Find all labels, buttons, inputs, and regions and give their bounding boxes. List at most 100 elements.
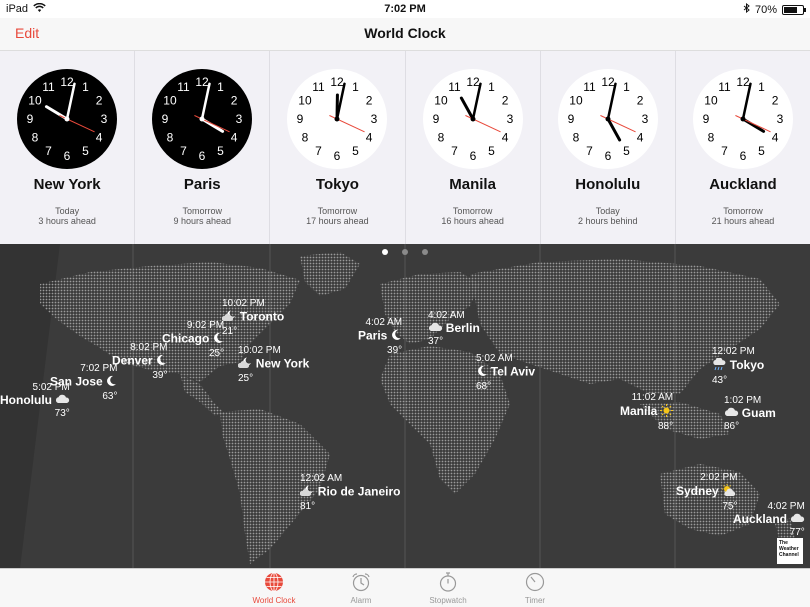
map-city-guam[interactable]: 1:02 PM Guam 86° — [724, 395, 776, 433]
clock-tokyo[interactable]: 1 2 3 4 5 6 7 8 9 10 11 12 Tokyo Tomorrow 17 hours ahe… — [270, 51, 406, 244]
moon-cloud-icon — [221, 310, 237, 326]
clock-offset-label: 3 hours ahead — [38, 216, 96, 226]
clock-numeral: 1 — [488, 80, 495, 94]
clock-numeral: 2 — [636, 94, 643, 108]
clock-numeral: 8 — [302, 131, 309, 145]
clock-numeral: 5 — [217, 144, 224, 158]
clock-new-york[interactable]: 1 2 3 4 5 6 7 8 9 10 11 12 New York Today 3 hours ahea… — [0, 51, 136, 244]
map-city-tokyo[interactable]: 12:02 PM Tokyo 43° — [712, 346, 764, 387]
map-city-auckland[interactable]: 4:02 PM Auckland 77° — [733, 501, 805, 539]
clock-day-label: Tomorrow — [723, 206, 763, 216]
clock-numeral: 5 — [488, 144, 495, 158]
clock-offset-label: 16 hours ahead — [441, 216, 504, 226]
clock-numeral: 11 — [313, 80, 326, 94]
clock-numeral: 2 — [501, 94, 508, 108]
clock-numeral: 2 — [772, 94, 779, 108]
clock-city-name: Honolulu — [575, 176, 641, 193]
analog-clock-face: 1234567891011 12 — [692, 69, 793, 169]
map-city-sydney[interactable]: 2:02 PM Sydney 75° — [676, 472, 737, 513]
map-city-paris[interactable]: 4:02 AM Paris 39° — [358, 317, 402, 357]
map-city-honolulu[interactable]: 5:02 PM Honolulu 73° — [0, 382, 70, 420]
page-dot[interactable] — [422, 249, 428, 255]
clock-paris[interactable]: 1 2 3 4 5 6 7 8 9 10 11 12 Paris Tomorrow 9 hours ahea… — [135, 51, 271, 244]
cloud-icon — [428, 322, 443, 336]
clock-numeral: 6 — [64, 149, 71, 163]
analog-clock-face: 1234567891011 12 — [152, 69, 253, 169]
map-city-time: 7:02 PM — [80, 363, 118, 374]
clock-numeral: 8 — [167, 131, 174, 145]
clock-numeral: 11 — [178, 80, 191, 94]
clock-numeral: 7 — [180, 144, 187, 158]
page-dot[interactable] — [402, 249, 408, 255]
clock-numeral: 12 — [736, 75, 750, 89]
clock-numeral: 3 — [236, 112, 243, 126]
map-city-rio-de-janeiro[interactable]: 12:02 AM Rio de Janeiro 81° — [299, 473, 400, 513]
page-dot[interactable] — [382, 249, 388, 255]
world-map[interactable]: 10:02 PM Toronto 21° 9:02 PM Chicago 25° 8:0… — [0, 244, 810, 568]
clock-city-name: Tokyo — [315, 176, 359, 193]
clock-numeral: 6 — [334, 149, 341, 163]
tab-world-clock[interactable]: World Clock — [239, 572, 309, 605]
clock-day-label: Tomorrow — [317, 206, 358, 216]
cloud-icon — [790, 513, 805, 527]
map-city-temperature: 73° — [54, 408, 70, 420]
clock-numeral: 2 — [366, 94, 373, 108]
map-city-denver[interactable]: 8:02 PM Denver 39° — [112, 342, 167, 382]
clocks-row: 1 2 3 4 5 6 7 8 9 10 11 12 New York Today 3 hours ahea… — [0, 50, 810, 244]
clock-numeral: 4 — [96, 131, 103, 145]
clock-auckland[interactable]: 1 2 3 4 5 6 7 8 9 10 11 12 Auckland Tomorrow 21 hours … — [676, 51, 810, 244]
clock-day-label: Tomorrow — [182, 206, 223, 216]
clock-numeral: 1 — [758, 80, 765, 94]
tab-stopwatch[interactable]: Stopwatch — [413, 572, 483, 605]
clock-numeral: 12 — [331, 75, 345, 89]
map-city-manila[interactable]: 11:02 AM Manila 88° — [620, 392, 674, 433]
clock-numeral: 3 — [506, 112, 513, 126]
clock-numeral: 1 — [623, 80, 630, 94]
bluetooth-icon — [743, 2, 750, 16]
clock-numeral: 3 — [641, 112, 648, 126]
page-indicator[interactable] — [0, 249, 810, 255]
clock-numeral: 11 — [448, 80, 461, 94]
weather-channel-logo[interactable]: The Weather Channel — [777, 538, 803, 564]
clock-manila[interactable]: 1 2 3 4 5 6 7 8 9 10 11 12 Manila Tomorrow 16 hours ah… — [406, 51, 541, 244]
clock-numeral: 9 — [162, 112, 169, 126]
status-bar: iPad 7:02 PM 70% — [0, 0, 810, 18]
map-city-name: Guam — [741, 406, 776, 420]
clock-center-pin — [470, 116, 476, 122]
analog-clock-face: 1234567891011 12 — [557, 69, 658, 169]
map-city-temperature: 39° — [152, 370, 168, 381]
globe-icon — [239, 572, 309, 594]
clock-numeral: 8 — [437, 131, 444, 145]
map-city-toronto[interactable]: 10:02 PM Toronto 21° — [221, 298, 284, 338]
clock-offset-label: 17 hours ahead — [306, 216, 369, 226]
tab-timer[interactable]: Timer — [500, 572, 570, 605]
map-city-time: 10:02 PM — [238, 345, 281, 356]
map-city-chicago[interactable]: 9:02 PM Chicago 25° — [162, 320, 224, 360]
map-city-new-york[interactable]: 10:02 PM New York 25° — [237, 345, 309, 385]
moon-icon — [105, 375, 117, 391]
moon-icon — [390, 329, 402, 345]
clock-numeral: 1 — [217, 80, 224, 94]
clock-numeral: 11 — [718, 80, 731, 94]
moon-icon — [155, 354, 167, 370]
analog-clock-face: 1234567891011 12 — [422, 69, 523, 169]
clock-offset-label: 9 hours ahead — [173, 216, 232, 226]
map-city-tel-aviv[interactable]: 5:02 AM Tel Aviv 68° — [476, 353, 535, 393]
clock-numeral: 9 — [432, 112, 439, 126]
sun-icon — [660, 404, 674, 421]
clock-numeral: 4 — [366, 131, 373, 145]
clock-numeral: 7 — [316, 144, 323, 158]
map-city-temperature: 86° — [724, 421, 740, 433]
alarm-clock-icon — [326, 572, 396, 594]
map-city-time: 9:02 PM — [186, 320, 225, 331]
clock-offset-label: 21 hours ahead — [711, 216, 775, 226]
map-city-berlin[interactable]: 4:02 AM Berlin 37° — [428, 310, 480, 348]
map-city-name: Honolulu — [0, 393, 52, 407]
clock-center-pin — [740, 116, 746, 122]
clock-city-name: Manila — [449, 176, 496, 193]
clock-honolulu[interactable]: 1 2 3 4 5 6 7 8 9 10 11 12 Honolulu Today 2 hours behi… — [541, 51, 676, 244]
clock-numeral: 11 — [583, 80, 596, 94]
moon-cloud-icon — [237, 357, 253, 373]
clock-numeral: 11 — [42, 80, 55, 94]
tab-alarm[interactable]: Alarm — [326, 572, 396, 605]
